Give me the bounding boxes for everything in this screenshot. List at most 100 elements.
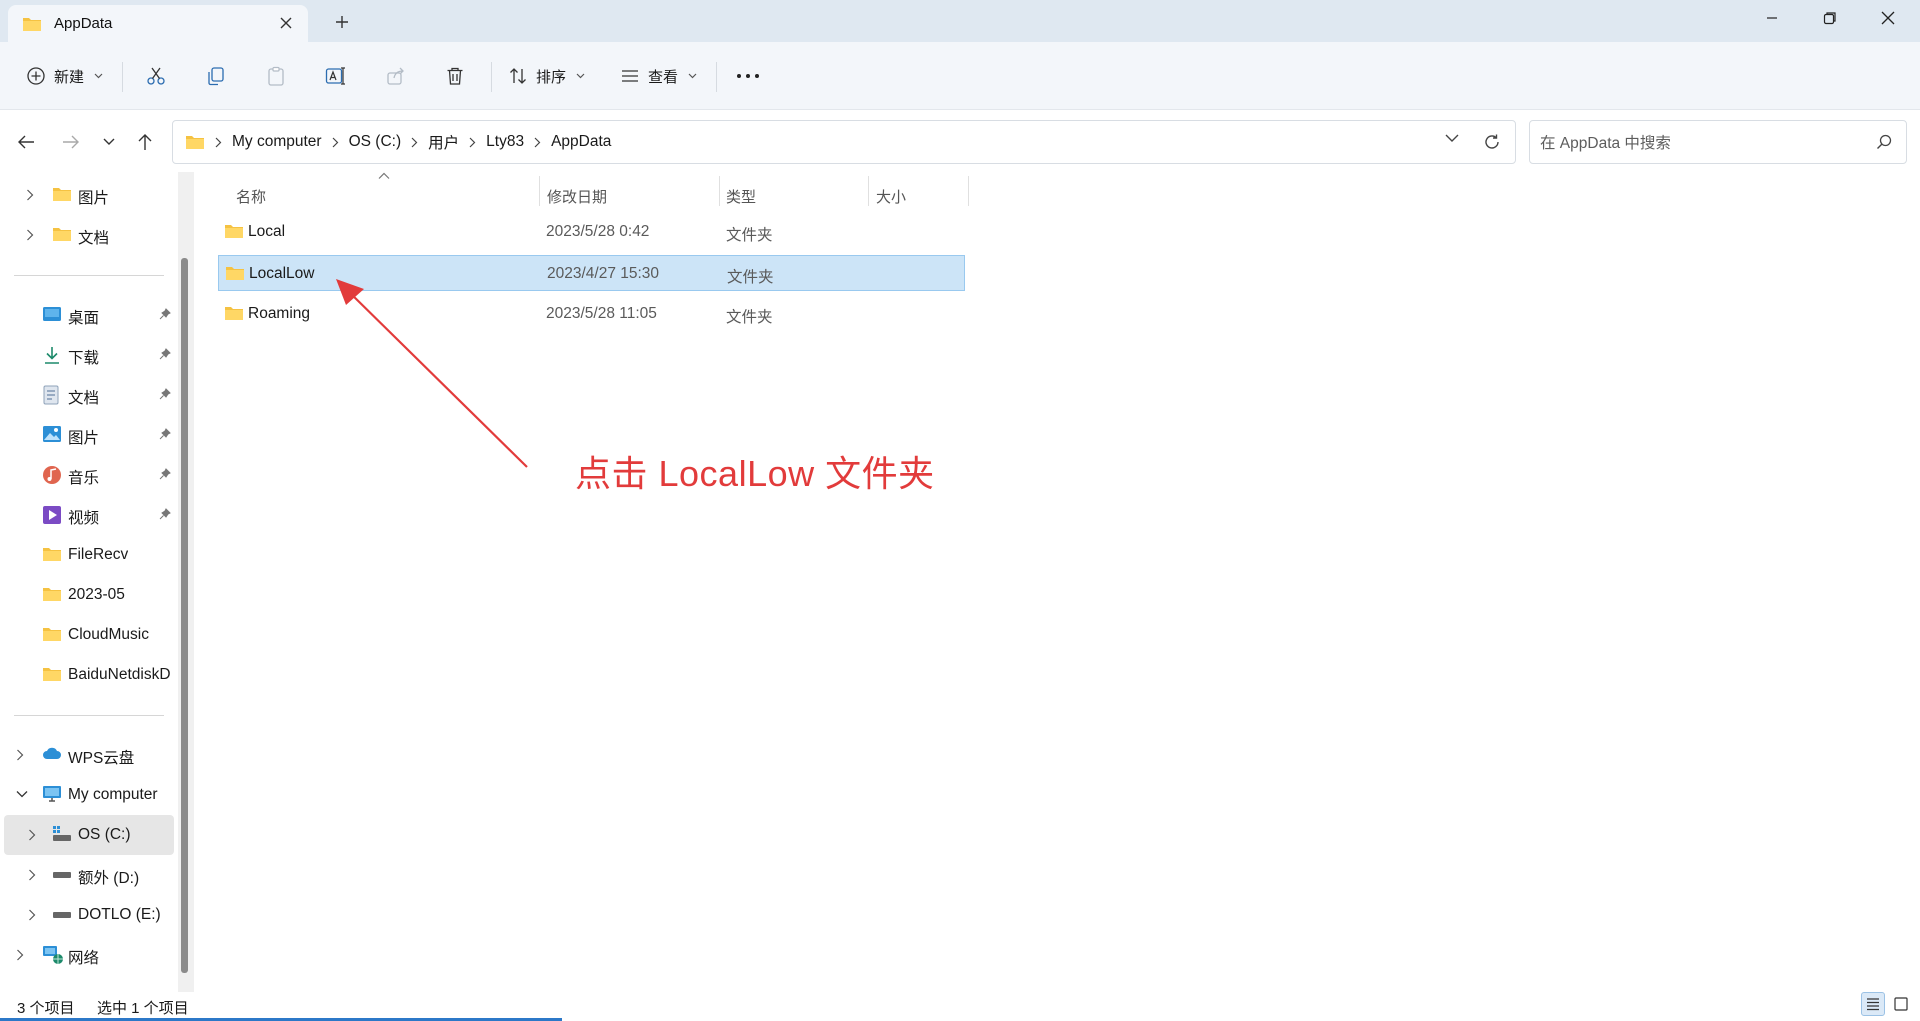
chevron-right-icon[interactable] <box>28 909 40 921</box>
pictures-icon <box>42 425 62 445</box>
tab-appdata[interactable]: AppData <box>8 5 308 42</box>
address-bar[interactable]: My computer OS (C:) 用户 Lty83 AppData <box>172 120 1516 164</box>
file-date: 2023/4/27 15:30 <box>547 265 660 282</box>
chevron-right-icon[interactable] <box>332 137 339 148</box>
pin-icon[interactable] <box>159 428 171 440</box>
pin-icon[interactable] <box>159 348 171 360</box>
share-button[interactable] <box>386 58 406 94</box>
nav-scrollbar-thumb[interactable] <box>181 258 188 973</box>
minimize-button[interactable] <box>1743 0 1801 36</box>
search-input[interactable]: 在 AppData 中搜索 <box>1529 120 1907 164</box>
column-header-type[interactable]: 类型 <box>726 178 756 214</box>
sidebar-item-filerecv[interactable]: FileRecv <box>4 535 174 575</box>
column-divider[interactable] <box>868 176 869 206</box>
sidebar-item-label: BaiduNetdiskD <box>68 666 171 683</box>
plus-circle-icon <box>26 66 46 86</box>
paste-button[interactable] <box>266 58 286 94</box>
sidebar-item-dotlo-e[interactable]: DOTLO (E:) <box>4 895 174 935</box>
folder-icon <box>224 223 244 240</box>
new-tab-icon[interactable] <box>334 14 350 30</box>
chevron-right-icon[interactable] <box>28 869 40 881</box>
chevron-right-icon[interactable] <box>26 229 38 241</box>
chevron-down-icon <box>94 73 103 79</box>
sidebar-item-my-computer[interactable]: My computer <box>4 775 174 815</box>
details-view-button[interactable] <box>1861 992 1885 1016</box>
chevron-right-icon[interactable] <box>26 189 38 201</box>
sidebar-item-desktop[interactable]: 桌面 <box>4 295 174 335</box>
breadcrumb-item[interactable]: AppData <box>551 133 611 151</box>
chevron-down-icon[interactable] <box>16 790 28 802</box>
breadcrumb-item[interactable]: My computer <box>232 133 322 151</box>
new-button[interactable]: 新建 <box>26 58 103 94</box>
view-label: 查看 <box>648 68 679 86</box>
view-button[interactable]: 查看 <box>620 58 697 94</box>
sidebar-item-os-c[interactable]: OS (C:) <box>4 815 174 855</box>
sidebar-item-documents-tree[interactable]: 文档 <box>4 215 174 255</box>
breadcrumb-item[interactable]: 用户 <box>428 131 459 153</box>
column-header-name[interactable]: 名称 <box>236 178 266 214</box>
tiles-view-button[interactable] <box>1889 992 1913 1016</box>
view-list-icon <box>620 66 640 86</box>
search-icon[interactable] <box>1876 134 1892 150</box>
breadcrumb-item[interactable]: OS (C:) <box>349 133 402 151</box>
sidebar-item-videos[interactable]: 视频 <box>4 495 174 535</box>
sidebar-item-pictures-tree[interactable]: 图片 <box>4 175 174 215</box>
sidebar-item-downloads[interactable]: 下载 <box>4 335 174 375</box>
sidebar-item-2023-05[interactable]: 2023-05 <box>4 575 174 615</box>
sidebar-item-wps-cloud[interactable]: WPS云盘 <box>4 735 174 775</box>
chevron-right-icon[interactable] <box>534 137 541 148</box>
sidebar-item-documents[interactable]: 文档 <box>4 375 174 415</box>
breadcrumb-item[interactable]: Lty83 <box>486 133 524 151</box>
column-divider[interactable] <box>719 176 720 206</box>
pin-icon[interactable] <box>159 468 171 480</box>
arrow-left-icon <box>17 134 35 150</box>
chevron-right-icon[interactable] <box>411 137 418 148</box>
delete-button[interactable] <box>445 58 465 94</box>
chevron-right-icon[interactable] <box>469 137 476 148</box>
details-view-icon <box>1865 996 1881 1012</box>
maximize-button[interactable] <box>1801 0 1859 36</box>
title-bar: AppData <box>0 0 1920 42</box>
ellipsis-icon <box>736 73 760 79</box>
pin-icon[interactable] <box>159 308 171 320</box>
up-button[interactable] <box>131 128 159 156</box>
back-button[interactable] <box>12 128 40 156</box>
pin-icon[interactable] <box>159 388 171 400</box>
column-divider[interactable] <box>539 176 540 206</box>
sidebar-item-pictures[interactable]: 图片 <box>4 415 174 455</box>
sidebar-item-cloudmusic[interactable]: CloudMusic <box>4 615 174 655</box>
chevron-right-icon[interactable] <box>16 749 28 761</box>
breadcrumb: My computer OS (C:) 用户 Lty83 AppData <box>215 131 611 153</box>
chevron-down-icon <box>103 138 115 146</box>
forward-button[interactable] <box>57 128 85 156</box>
toolbar-divider <box>122 62 123 92</box>
more-options-button[interactable] <box>736 58 760 94</box>
file-row-local[interactable]: Local 2023/5/28 0:42 文件夹 <box>218 214 965 250</box>
folder-icon <box>52 225 72 245</box>
chevron-right-icon[interactable] <box>16 949 28 961</box>
recent-locations-button[interactable] <box>95 128 123 156</box>
sidebar-item-network[interactable]: 网络 <box>4 935 174 975</box>
sort-button[interactable]: 排序 <box>508 58 585 94</box>
sidebar-item-music[interactable]: 音乐 <box>4 455 174 495</box>
sidebar-divider <box>14 715 164 716</box>
sidebar-item-label: 2023-05 <box>68 586 125 603</box>
column-header-date[interactable]: 修改日期 <box>547 178 607 214</box>
copy-button[interactable] <box>206 58 226 94</box>
address-history-chevron-icon[interactable] <box>1445 134 1459 143</box>
pin-icon[interactable] <box>159 508 171 520</box>
sidebar-item-label: OS (C:) <box>78 826 131 843</box>
chevron-right-icon[interactable] <box>28 829 40 841</box>
network-icon <box>42 945 63 965</box>
sidebar-item-baidunetdisk[interactable]: BaiduNetdiskD <box>4 655 174 695</box>
sidebar-item-extra-d[interactable]: 额外 (D:) <box>4 855 174 895</box>
share-icon <box>386 66 406 86</box>
column-divider[interactable] <box>968 176 969 206</box>
refresh-icon[interactable] <box>1483 133 1501 151</box>
paste-icon <box>266 66 286 86</box>
rename-button[interactable] <box>325 58 347 94</box>
column-header-size[interactable]: 大小 <box>876 178 906 214</box>
close-window-button[interactable] <box>1859 0 1917 36</box>
close-tab-icon[interactable] <box>278 15 294 31</box>
cut-button[interactable] <box>146 58 166 94</box>
